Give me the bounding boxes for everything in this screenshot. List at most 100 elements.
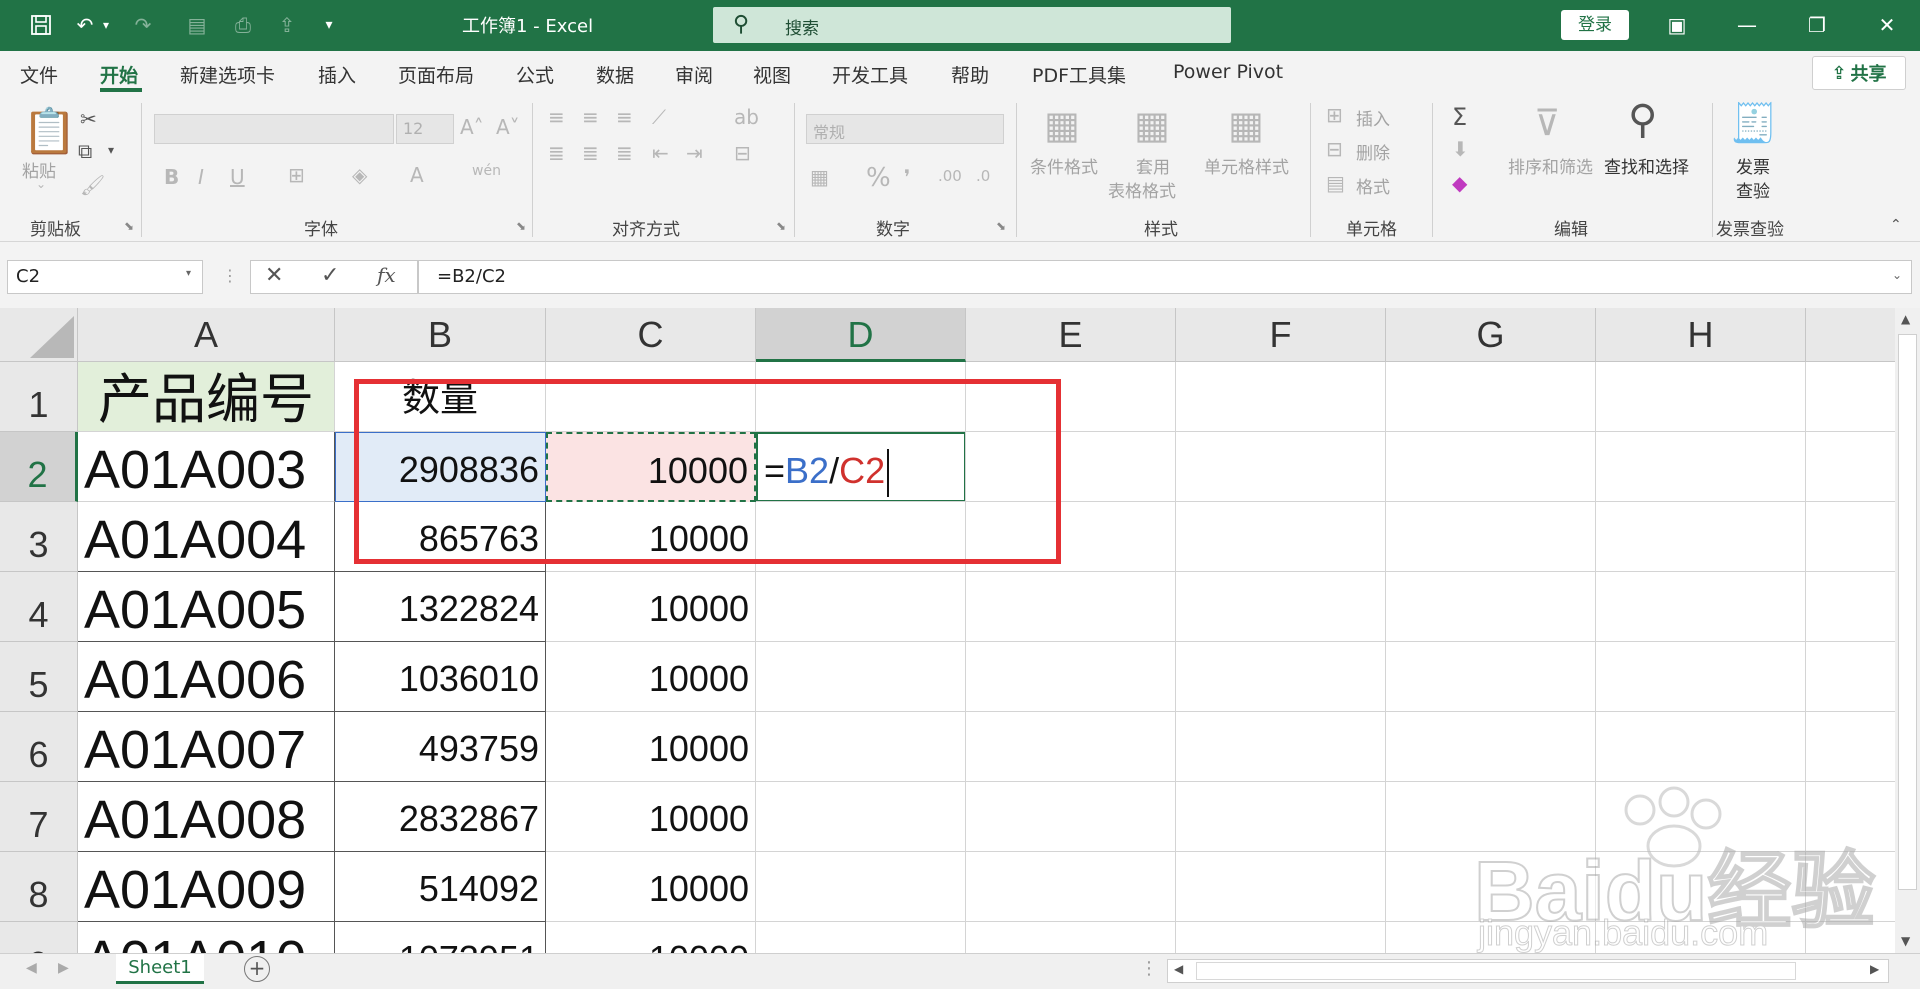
- align-center-icon[interactable]: ≣: [582, 141, 599, 165]
- wrap-text-icon[interactable]: ab: [734, 105, 759, 129]
- formula-input[interactable]: =B2/C2: [418, 260, 1912, 294]
- horizontal-scrollbar[interactable]: ◀ ▶: [1167, 959, 1889, 983]
- row-header-7[interactable]: 7: [0, 782, 78, 852]
- column-header-f[interactable]: F: [1176, 308, 1386, 362]
- cell-b5[interactable]: 1036010: [335, 642, 546, 712]
- row-header-4[interactable]: 4: [0, 572, 78, 642]
- cell-c4[interactable]: 10000: [546, 572, 756, 642]
- column-header-c[interactable]: C: [546, 308, 756, 362]
- delete-cells-icon[interactable]: ⊟: [1326, 137, 1343, 161]
- invoice-check-icon[interactable]: 🧾: [1730, 101, 1777, 146]
- cell-a4[interactable]: A01A005: [78, 572, 335, 642]
- cell-b4[interactable]: 1322824: [335, 572, 546, 642]
- cell-c8[interactable]: 10000: [546, 852, 756, 922]
- cell-b8[interactable]: 514092: [335, 852, 546, 922]
- sheet-tab-sheet1[interactable]: Sheet1: [116, 954, 204, 984]
- decrease-decimal-icon[interactable]: .0: [976, 167, 990, 185]
- collapse-ribbon-icon[interactable]: ⌃: [1890, 217, 1902, 233]
- column-header-g[interactable]: G: [1386, 308, 1596, 362]
- tab-page-layout[interactable]: 页面布局: [398, 61, 474, 88]
- bold-icon[interactable]: B: [164, 165, 179, 189]
- export-icon[interactable]: ⇪: [270, 8, 304, 42]
- vertical-scroll-thumb[interactable]: [1898, 334, 1917, 890]
- insert-cells-label[interactable]: 插入: [1356, 105, 1390, 130]
- cut-icon[interactable]: ✂: [80, 107, 97, 131]
- sheet-prev-icon[interactable]: ◀: [26, 960, 37, 976]
- underline-icon[interactable]: U: [230, 165, 245, 189]
- font-size-dropdown[interactable]: 12: [396, 114, 454, 144]
- orientation-icon[interactable]: ⟋: [652, 105, 666, 129]
- tab-review[interactable]: 审阅: [675, 61, 713, 88]
- row-header-9[interactable]: 9: [0, 922, 78, 953]
- redo-icon[interactable]: ↷: [126, 8, 160, 42]
- cancel-icon[interactable]: ✕: [265, 263, 283, 288]
- restore-icon[interactable]: ❐: [1792, 6, 1842, 44]
- cell-b6[interactable]: 493759: [335, 712, 546, 782]
- undo-dropdown-icon[interactable]: ▾: [96, 8, 116, 42]
- tab-split-grip-icon[interactable]: ⋮: [1140, 958, 1158, 979]
- clear-icon[interactable]: ◆: [1452, 171, 1467, 195]
- paste-dropdown-icon[interactable]: ⌄: [36, 177, 46, 191]
- decrease-font-icon[interactable]: A˅: [496, 115, 520, 139]
- cell-a9[interactable]: A01A010: [78, 922, 335, 953]
- select-all-button[interactable]: [0, 308, 78, 362]
- row-header-1[interactable]: 1: [0, 362, 78, 432]
- phonetic-icon[interactable]: wén: [472, 163, 501, 179]
- merge-center-icon[interactable]: ⊟: [734, 141, 751, 165]
- row-header-6[interactable]: 6: [0, 712, 78, 782]
- cell-b7[interactable]: 2832867: [335, 782, 546, 852]
- increase-indent-icon[interactable]: ⇥: [686, 141, 703, 165]
- search-box[interactable]: ⚲ 搜索: [713, 7, 1231, 43]
- tab-file[interactable]: 文件: [20, 61, 58, 88]
- cell-c6[interactable]: 10000: [546, 712, 756, 782]
- form-icon[interactable]: ▤: [180, 8, 214, 42]
- column-header-a[interactable]: A: [78, 308, 335, 362]
- tab-home[interactable]: 开始: [100, 61, 138, 88]
- copy-icon[interactable]: ⧉: [78, 139, 92, 163]
- format-cells-label[interactable]: 格式: [1356, 173, 1390, 198]
- row-header-8[interactable]: 8: [0, 852, 78, 922]
- cell-c9[interactable]: 10000: [546, 922, 756, 953]
- align-middle-icon[interactable]: ≡: [582, 105, 599, 129]
- column-header-h[interactable]: H: [1596, 308, 1806, 362]
- font-color-icon[interactable]: A: [410, 163, 424, 187]
- cell-a3[interactable]: A01A004: [78, 502, 335, 572]
- number-launcher-icon[interactable]: ⬊: [996, 219, 1006, 233]
- align-left-icon[interactable]: ≣: [548, 141, 565, 165]
- ribbon-display-icon[interactable]: ▣: [1652, 6, 1702, 44]
- login-button[interactable]: 登录: [1561, 10, 1629, 40]
- decrease-indent-icon[interactable]: ⇤: [652, 141, 669, 165]
- increase-decimal-icon[interactable]: .00: [938, 167, 962, 185]
- format-cells-icon[interactable]: ▤: [1326, 171, 1345, 195]
- number-format-dropdown[interactable]: 常规: [806, 114, 1004, 144]
- percent-icon[interactable]: %: [866, 163, 891, 193]
- font-launcher-icon[interactable]: ⬊: [516, 219, 526, 233]
- copy-dropdown-icon[interactable]: ▾: [108, 143, 114, 157]
- new-sheet-icon[interactable]: +: [244, 956, 270, 982]
- cell-a6[interactable]: A01A007: [78, 712, 335, 782]
- enter-icon[interactable]: ✓: [321, 263, 339, 288]
- row-header-3[interactable]: 3: [0, 502, 78, 572]
- tab-insert[interactable]: 插入: [318, 61, 356, 88]
- tab-view[interactable]: 视图: [753, 61, 791, 88]
- row-header-5[interactable]: 5: [0, 642, 78, 712]
- clipboard-launcher-icon[interactable]: ⬊: [124, 219, 134, 233]
- format-painter-icon[interactable]: 🖌: [80, 173, 105, 197]
- column-header-d[interactable]: D: [756, 308, 966, 362]
- sort-filter-icon[interactable]: ⊽: [1534, 103, 1560, 144]
- border-icon[interactable]: ⊞: [288, 163, 305, 187]
- accounting-format-icon[interactable]: ▦: [810, 165, 829, 189]
- italic-icon[interactable]: I: [198, 165, 204, 189]
- alignment-launcher-icon[interactable]: ⬊: [776, 219, 786, 233]
- fill-color-icon[interactable]: ◈: [352, 163, 367, 187]
- align-bottom-icon[interactable]: ≡: [616, 105, 633, 129]
- minimize-icon[interactable]: —: [1722, 6, 1772, 44]
- column-header-e[interactable]: E: [966, 308, 1176, 362]
- conditional-format-icon[interactable]: ▦: [1044, 103, 1080, 147]
- row-header-2[interactable]: 2: [0, 432, 78, 502]
- scroll-right-icon[interactable]: ▶: [1870, 962, 1879, 976]
- tab-formulas[interactable]: 公式: [516, 61, 554, 88]
- print-icon[interactable]: ⎙: [226, 8, 260, 42]
- cell-c7[interactable]: 10000: [546, 782, 756, 852]
- font-name-dropdown[interactable]: [154, 114, 394, 144]
